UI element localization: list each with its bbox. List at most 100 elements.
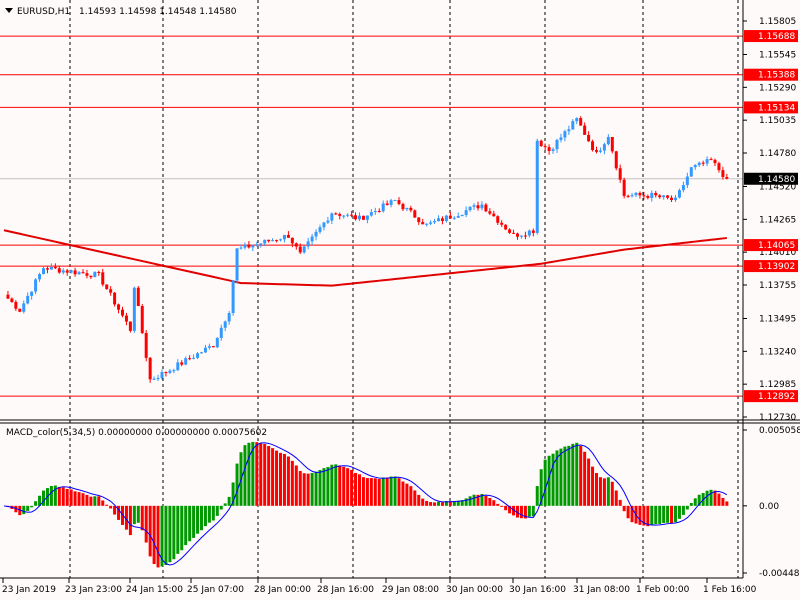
macd-histogram-bar (484, 495, 488, 506)
candle-body (547, 147, 551, 151)
candle-body (188, 358, 192, 360)
candle-body (49, 266, 53, 270)
macd-histogram-bar (89, 496, 93, 506)
macd-histogram-bar (203, 505, 207, 527)
candle-body (6, 294, 10, 299)
candle-body (476, 205, 480, 209)
candle-body (598, 150, 602, 152)
candle-body (610, 136, 614, 152)
candle-body (484, 204, 488, 212)
macd-signal-line (3, 442, 728, 566)
candle-body (717, 163, 721, 171)
candle-body (658, 195, 662, 198)
candle-body (97, 271, 101, 273)
macd-histogram-bar (587, 458, 591, 506)
macd-histogram-bar (34, 501, 38, 506)
level-price-label: 1.15134 (758, 103, 795, 113)
macd-histogram-bar (215, 505, 219, 516)
candle-body (685, 176, 689, 186)
candle-body (235, 248, 239, 281)
macd-histogram-bar (361, 477, 365, 506)
macd-histogram-bar (275, 450, 279, 506)
candle-body (89, 275, 93, 278)
macd-histogram-bar (267, 446, 271, 506)
time-tick-label: 1 Feb 00:00 (636, 585, 690, 595)
macd-histogram-bar (535, 486, 539, 506)
candle-body (579, 118, 583, 126)
candle-body (109, 289, 113, 293)
time-tick-label: 23 Jan 23:00 (65, 585, 122, 595)
macd-histogram-bar (302, 473, 306, 506)
macd-histogram-bar (567, 445, 571, 506)
macd-histogram-bar (172, 505, 176, 560)
candle-body (196, 353, 200, 358)
macd-histogram-bar (464, 498, 468, 506)
macd-histogram-bar (200, 505, 203, 531)
macd-histogram-bar (662, 505, 666, 523)
candle-body (705, 159, 709, 164)
candle-body (429, 222, 433, 224)
price-tick-label: 1.15805 (759, 17, 796, 27)
macd-histogram-bar (326, 467, 330, 506)
macd-histogram-bar (369, 478, 373, 506)
candle-body (583, 125, 587, 135)
macd-histogram-bar (255, 442, 259, 506)
level-price-label: 1.14065 (758, 241, 795, 251)
candle-body (192, 357, 196, 359)
candle-body (132, 287, 136, 331)
candle-body (385, 203, 389, 205)
macd-tick-label: 0.00 (759, 502, 779, 512)
candle-body (231, 280, 235, 314)
macd-histogram-bar (437, 501, 440, 506)
candle-body (314, 231, 318, 237)
macd-histogram-bar (132, 505, 136, 525)
macd-histogram-bar (397, 478, 401, 506)
macd-histogram-bar (606, 477, 610, 506)
macd-histogram-bar (322, 468, 326, 506)
candle-body (444, 215, 448, 221)
candle-body (654, 192, 658, 196)
macd-histogram-bar (227, 496, 231, 506)
candle-body (425, 223, 429, 225)
macd-histogram-bar (338, 465, 342, 506)
candle-body (516, 233, 519, 237)
candle-body (290, 237, 294, 244)
macd-histogram-bar (654, 505, 658, 525)
price-tick-label: 1.13495 (759, 314, 796, 324)
macd-histogram-bar (22, 505, 26, 515)
candle-body (101, 272, 105, 285)
candle-body (440, 218, 444, 221)
candle-body (417, 217, 421, 223)
candle-body (401, 203, 405, 210)
macd-histogram-bar (563, 446, 567, 506)
time-tick-label: 31 Jan 08:00 (573, 585, 630, 595)
candle-body (571, 121, 575, 130)
candle-body (350, 214, 354, 216)
macd-histogram-bar (579, 445, 583, 506)
candle-body (575, 118, 579, 122)
macd-histogram-bar (176, 505, 180, 554)
macd-histogram-bar (49, 485, 53, 506)
candle-body (551, 149, 555, 151)
candle-body (282, 234, 286, 240)
candle-body (61, 270, 65, 273)
macd-histogram-bar (306, 473, 310, 506)
candle-body (38, 274, 42, 280)
price-tick-label: 1.15545 (759, 50, 796, 60)
macd-histogram-bar (685, 505, 689, 510)
ohlc-values: 1.14593 1.14598 1.14548 1.14580 (79, 7, 237, 17)
macd-histogram-bar (709, 489, 713, 506)
candle-body (302, 246, 306, 253)
macd-histogram-bar (65, 488, 69, 506)
candle-body (330, 213, 334, 221)
candle-body (689, 167, 693, 177)
candle-body (563, 131, 567, 138)
candle-body (81, 272, 85, 274)
candle-body (512, 232, 516, 234)
macd-histogram-bar (721, 497, 725, 506)
collapse-triangle-icon[interactable] (5, 8, 13, 13)
time-tick-label: 24 Jan 15:00 (126, 585, 183, 595)
macd-histogram-bar (97, 496, 101, 506)
level-price-label: 1.15688 (758, 32, 795, 42)
candle-body (500, 222, 504, 225)
